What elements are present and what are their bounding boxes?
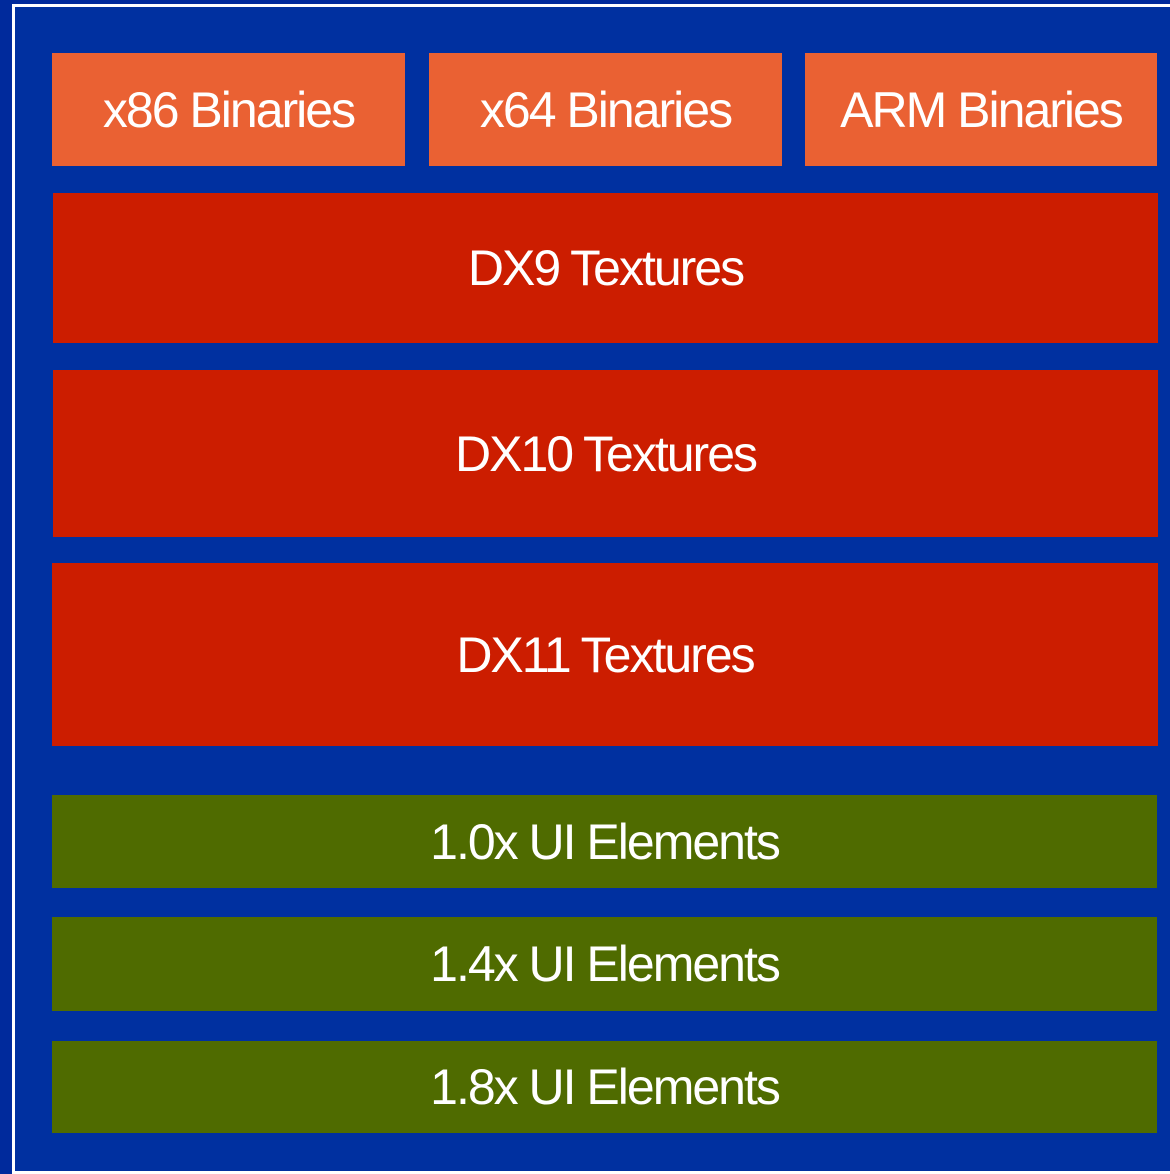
ui-elements-1-0x-label: 1.0x UI Elements xyxy=(430,813,781,870)
dx10-textures-label: DX10 Textures xyxy=(454,425,758,482)
arm-binaries-label: ARM Binaries xyxy=(840,81,1124,138)
ui-elements-1-8x-label: 1.8x UI Elements xyxy=(430,1059,781,1115)
dx9-textures-block: DX9 Textures xyxy=(53,193,1158,343)
x64-binaries-label: x64 Binaries xyxy=(479,81,733,138)
x86-binaries-label: x86 Binaries xyxy=(102,81,356,138)
dx10-textures-block: DX10 Textures xyxy=(53,370,1158,537)
dx11-textures-block: DX11 Textures xyxy=(52,563,1158,746)
arm-binaries-block: ARM Binaries xyxy=(805,53,1157,166)
ui-elements-1-4x-label: 1.4x UI Elements xyxy=(430,936,781,992)
ui-elements-1-8x-block: 1.8x UI Elements xyxy=(52,1041,1157,1133)
dx11-textures-label: DX11 Textures xyxy=(456,626,755,683)
ui-elements-1-0x-block: 1.0x UI Elements xyxy=(52,795,1157,888)
dx9-textures-label: DX9 Textures xyxy=(467,240,745,296)
x86-binaries-block: x86 Binaries xyxy=(52,53,405,166)
x64-binaries-block: x64 Binaries xyxy=(429,53,782,166)
ui-elements-1-4x-block: 1.4x UI Elements xyxy=(52,917,1157,1011)
